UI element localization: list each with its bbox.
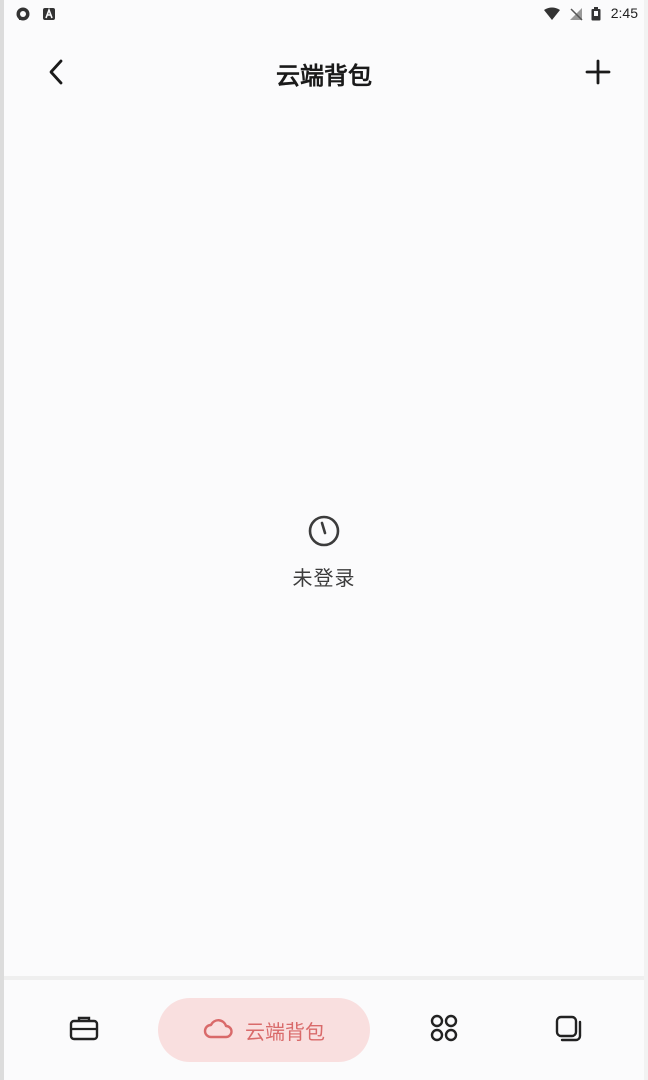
- nav-item-apps[interactable]: [422, 1008, 466, 1052]
- nav-item-cloud-backpack[interactable]: 云端背包: [158, 998, 370, 1062]
- page-title: 云端背包: [276, 62, 372, 90]
- chat-bubble-icon: [16, 6, 30, 21]
- add-button[interactable]: [582, 58, 614, 90]
- bottom-nav: 云端背包: [4, 980, 644, 1080]
- empty-state-label: 未登录: [292, 566, 356, 590]
- nav-item-backpack[interactable]: [62, 1008, 106, 1052]
- status-right: 2:45: [543, 5, 638, 21]
- clock-icon: [307, 514, 341, 552]
- no-signal-icon: [569, 6, 583, 21]
- wifi-icon: [543, 6, 561, 20]
- app-header: 云端背包: [4, 50, 644, 98]
- app-a-icon: [42, 6, 56, 20]
- layers-icon: [554, 1014, 582, 1046]
- nav-item-label: 云端背包: [245, 1019, 325, 1044]
- status-time: 2:45: [610, 5, 638, 21]
- empty-state: 未登录: [4, 514, 644, 591]
- app-screen: 2:45 云端背包 未登录 云端背包: [4, 0, 644, 1080]
- back-button[interactable]: [40, 58, 72, 90]
- briefcase-icon: [69, 1015, 99, 1045]
- chevron-left-icon: [46, 59, 66, 89]
- cloud-icon: [203, 1016, 233, 1044]
- battery-icon: [591, 6, 601, 21]
- plus-icon: [585, 59, 611, 89]
- nav-item-collection[interactable]: [546, 1008, 590, 1052]
- status-left: [16, 6, 56, 21]
- grid-icon: [430, 1014, 458, 1046]
- status-bar: 2:45: [4, 0, 644, 26]
